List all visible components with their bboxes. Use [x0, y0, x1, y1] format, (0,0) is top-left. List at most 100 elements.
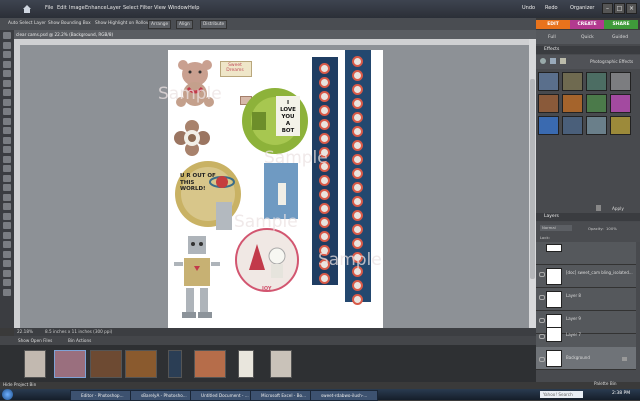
- tool-icon[interactable]: [3, 193, 11, 201]
- effect-swatch[interactable]: [610, 116, 631, 135]
- tab-create[interactable]: CREATE: [570, 20, 604, 29]
- layers-panel-header[interactable]: Layers: [536, 213, 640, 221]
- menu-edit[interactable]: Edit: [57, 5, 67, 11]
- menu-layer[interactable]: Layer: [107, 5, 121, 11]
- tool-icon[interactable]: [3, 60, 11, 68]
- effect-swatch[interactable]: [538, 94, 559, 113]
- eye-icon[interactable]: [539, 334, 545, 339]
- tool-icon[interactable]: [3, 241, 11, 248]
- zoom-readout[interactable]: 22.18%: [17, 329, 33, 334]
- tool-icon[interactable]: [3, 269, 11, 277]
- effect-swatch[interactable]: [610, 72, 631, 91]
- effects-panel-header[interactable]: Effects: [536, 46, 640, 54]
- trash-icon[interactable]: [596, 205, 601, 211]
- opacity-field[interactable]: 100%: [606, 226, 617, 231]
- start-button[interactable]: [2, 389, 13, 400]
- menu-filter[interactable]: Filter: [140, 5, 152, 11]
- love-bot-graphic[interactable]: [240, 86, 310, 156]
- tool-icon[interactable]: [3, 89, 11, 96]
- tab-edit[interactable]: EDIT: [536, 20, 570, 29]
- tool-icon[interactable]: [3, 184, 11, 191]
- tool-icon[interactable]: [3, 212, 11, 220]
- bin-actions-menu[interactable]: Bin Actions: [68, 338, 91, 343]
- effect-swatch[interactable]: [610, 94, 631, 113]
- eye-icon[interactable]: [539, 295, 545, 300]
- effects-category-select[interactable]: Photographic Effects: [590, 59, 633, 64]
- bin-thumbnail-selected[interactable]: [54, 350, 86, 378]
- task-excel[interactable]: Microsoft Excel - Bo...: [250, 390, 318, 401]
- task-folder[interactable]: sweet-rdabwo-ilush-...: [310, 390, 378, 401]
- arrange-button[interactable]: Arrange: [148, 20, 172, 29]
- robot-graphic[interactable]: [174, 236, 220, 320]
- undo-button[interactable]: Undo: [522, 5, 535, 11]
- tool-icon[interactable]: [3, 79, 11, 87]
- bin-thumbnail[interactable]: [270, 350, 292, 378]
- tool-icon[interactable]: [3, 117, 11, 125]
- tool-icon[interactable]: [3, 279, 11, 286]
- apply-button[interactable]: Apply: [612, 206, 624, 211]
- task-photoshop-editor[interactable]: Editor - Photoshop...: [70, 390, 138, 401]
- blue-tag-graphic[interactable]: [264, 163, 298, 219]
- tool-icon[interactable]: [3, 203, 11, 210]
- tool-icon[interactable]: [3, 108, 11, 115]
- menu-window[interactable]: Window: [168, 5, 188, 11]
- effect-swatch[interactable]: [562, 94, 583, 113]
- tool-icon[interactable]: [3, 32, 11, 39]
- bin-thumbnail[interactable]: [90, 350, 122, 378]
- effect-swatch[interactable]: [562, 116, 583, 135]
- photo-effects-icon[interactable]: [560, 58, 566, 64]
- tool-icon[interactable]: [3, 231, 11, 239]
- auto-select-checkbox[interactable]: Auto Select Layer: [8, 21, 46, 26]
- subtab-quick[interactable]: Quick: [581, 35, 594, 40]
- bin-thumbnail[interactable]: [194, 350, 226, 378]
- tool-icon[interactable]: [3, 70, 11, 77]
- redo-button[interactable]: Redo: [545, 5, 558, 11]
- subtab-full[interactable]: Full: [548, 35, 556, 40]
- menu-help[interactable]: Help: [188, 5, 199, 11]
- joy-graphic[interactable]: [235, 228, 299, 292]
- tool-icon[interactable]: [3, 127, 11, 134]
- tab-share[interactable]: SHARE: [604, 20, 638, 29]
- menu-file[interactable]: File: [45, 5, 53, 11]
- tool-icon[interactable]: [3, 51, 11, 58]
- layer-styles-icon[interactable]: [550, 58, 556, 64]
- bin-thumbnail[interactable]: [125, 350, 157, 378]
- tool-icon[interactable]: [3, 288, 11, 296]
- palette-bin-button[interactable]: Palette Bin: [594, 381, 617, 386]
- bounding-box-checkbox[interactable]: Show Bounding Box: [48, 21, 91, 26]
- tool-icon[interactable]: [3, 136, 11, 144]
- effect-swatch[interactable]: [586, 94, 607, 113]
- menu-select[interactable]: Select: [123, 5, 138, 11]
- hide-project-bin-button[interactable]: Hide Project Bin: [3, 382, 36, 387]
- filters-icon[interactable]: [540, 58, 546, 64]
- tool-icon[interactable]: [3, 222, 11, 229]
- maximize-button[interactable]: □: [614, 3, 625, 14]
- align-button[interactable]: Align: [176, 20, 193, 29]
- bin-thumbnail[interactable]: [168, 350, 182, 378]
- home-icon[interactable]: [22, 4, 32, 14]
- tool-icon[interactable]: [3, 250, 11, 258]
- effect-swatch[interactable]: [538, 72, 559, 91]
- eye-icon[interactable]: [539, 272, 545, 277]
- tool-icon[interactable]: [3, 260, 11, 267]
- bin-thumbnail[interactable]: [238, 350, 254, 378]
- subtab-guided[interactable]: Guided: [612, 35, 628, 40]
- search-input[interactable]: Yahoo! Search: [540, 391, 583, 398]
- eye-icon[interactable]: [539, 318, 545, 323]
- flower-graphic[interactable]: [174, 120, 210, 156]
- close-button[interactable]: ×: [626, 3, 637, 14]
- minimize-button[interactable]: –: [602, 3, 613, 14]
- effect-swatch[interactable]: [538, 116, 559, 135]
- effect-swatch[interactable]: [586, 116, 607, 135]
- eye-icon[interactable]: [539, 357, 545, 362]
- tool-icon[interactable]: [3, 146, 11, 153]
- bin-thumbnail[interactable]: [24, 350, 46, 378]
- blend-mode-select[interactable]: Normal: [540, 225, 572, 231]
- menu-image[interactable]: Image: [69, 5, 85, 11]
- organizer-button[interactable]: Organizer: [570, 5, 594, 11]
- effect-swatch[interactable]: [562, 72, 583, 91]
- menu-view[interactable]: View: [154, 5, 166, 11]
- highlight-checkbox[interactable]: Show Highlight on Rollover: [95, 21, 153, 26]
- menu-enhance[interactable]: Enhance: [85, 5, 107, 11]
- tool-icon[interactable]: [3, 165, 11, 172]
